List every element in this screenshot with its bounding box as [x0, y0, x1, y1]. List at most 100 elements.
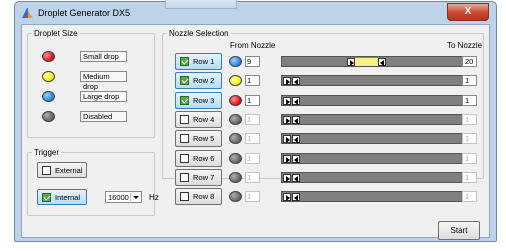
- internal-label: Internal: [55, 193, 81, 202]
- row-8-from-field[interactable]: 1: [245, 191, 260, 202]
- row-5-range-slider[interactable]: [281, 133, 474, 144]
- frequency-value: 16000: [108, 193, 129, 202]
- row-4-from-field[interactable]: 1: [245, 114, 260, 125]
- range-end-handle[interactable]: [292, 77, 300, 85]
- background-tab: [165, 0, 237, 9]
- medium-drop-indicator: [42, 71, 55, 82]
- row-3-range-slider[interactable]: [281, 95, 474, 106]
- range-start-handle[interactable]: [283, 77, 291, 85]
- range-start-handle[interactable]: [347, 58, 355, 66]
- row-1-range-slider[interactable]: [281, 56, 474, 67]
- row-8-to-field[interactable]: 1: [462, 191, 477, 202]
- row-5-to-field[interactable]: 1: [462, 133, 477, 144]
- row-label: Row 3: [193, 96, 215, 105]
- start-button[interactable]: Start: [438, 221, 480, 240]
- row-7-status-indicator: [229, 172, 242, 183]
- row-2-status-indicator: [229, 75, 242, 86]
- range-start-handle[interactable]: [283, 193, 291, 201]
- range-end-handle[interactable]: [292, 116, 300, 124]
- row-1-from-field[interactable]: 9: [245, 56, 260, 67]
- row-7-toggle[interactable]: Row 7: [175, 169, 222, 186]
- frequency-select[interactable]: 16000: [105, 191, 142, 203]
- row-1-toggle[interactable]: Row 1: [175, 53, 222, 70]
- row-6-status-indicator: [229, 153, 242, 164]
- row-8-status-indicator: [229, 191, 242, 202]
- row-label: Row 5: [193, 134, 215, 143]
- large-drop-label: Large drop: [80, 91, 127, 102]
- range-end-handle[interactable]: [292, 193, 300, 201]
- range-start-handle[interactable]: [283, 155, 291, 163]
- row-4-to-field[interactable]: 1: [462, 114, 477, 125]
- external-label: External: [55, 166, 83, 175]
- external-trigger-button[interactable]: External: [37, 162, 87, 178]
- row-4-range-slider[interactable]: [281, 114, 474, 125]
- trigger-group: Trigger: [27, 148, 155, 216]
- row-label: Row 6: [193, 154, 215, 163]
- row-5-toggle[interactable]: Row 5: [175, 130, 222, 147]
- row-7-from-field[interactable]: 1: [245, 172, 260, 183]
- to-nozzle-header: To Nozzle: [447, 41, 483, 50]
- row-check-icon: [180, 57, 189, 66]
- row-1-to-field[interactable]: 20: [462, 56, 477, 67]
- app-icon: [22, 8, 33, 18]
- row-check-icon: [180, 192, 189, 201]
- small-drop-label: Small drop: [80, 51, 127, 62]
- row-7-range-slider[interactable]: [281, 172, 474, 183]
- row-3-status-indicator: [229, 95, 242, 106]
- range-start-handle[interactable]: [283, 116, 291, 124]
- start-label: Start: [450, 226, 468, 235]
- close-button[interactable]: X: [447, 3, 489, 21]
- row-2-toggle[interactable]: Row 2: [175, 72, 222, 89]
- title-bar: Droplet Generator DX5 X: [15, 0, 496, 24]
- range-start-handle[interactable]: [283, 135, 291, 143]
- range-start-handle[interactable]: [283, 97, 291, 105]
- range-end-handle[interactable]: [292, 174, 300, 182]
- large-drop-indicator: [42, 91, 55, 102]
- row-check-icon: [180, 173, 189, 182]
- row-label: Row 2: [193, 76, 215, 85]
- row-8-toggle[interactable]: Row 8: [175, 188, 222, 205]
- trigger-legend: Trigger: [34, 148, 60, 157]
- row-label: Row 8: [193, 192, 215, 201]
- row-8-range-slider[interactable]: [281, 191, 474, 202]
- row-3-from-field[interactable]: 1: [245, 95, 260, 106]
- disabled-label: Disabled: [80, 111, 127, 122]
- range-end-handle[interactable]: [292, 135, 300, 143]
- row-2-range-slider[interactable]: [281, 75, 474, 86]
- row-6-range-slider[interactable]: [281, 153, 474, 164]
- range-fill: [355, 58, 378, 66]
- range-end-handle[interactable]: [292, 155, 300, 163]
- disabled-indicator: [42, 111, 55, 122]
- row-2-from-field[interactable]: 1: [245, 75, 260, 86]
- row-5-status-indicator: [229, 133, 242, 144]
- external-check-icon: [42, 166, 51, 175]
- row-6-toggle[interactable]: Row 6: [175, 150, 222, 167]
- internal-check-icon: [42, 193, 51, 202]
- row-2-to-field[interactable]: 1: [462, 75, 477, 86]
- row-3-to-field[interactable]: 1: [462, 95, 477, 106]
- row-6-to-field[interactable]: 1: [462, 153, 477, 164]
- row-6-from-field[interactable]: 1: [245, 153, 260, 164]
- row-label: Row 1: [193, 57, 215, 66]
- range-end-handle[interactable]: [378, 58, 386, 66]
- from-nozzle-header: From Nozzle: [230, 41, 276, 50]
- nozzle-selection-legend: Nozzle Selection: [169, 29, 229, 38]
- range-start-handle[interactable]: [283, 174, 291, 182]
- client-area: Droplet Size Small drop Medium drop Larg…: [21, 24, 490, 240]
- range-end-handle[interactable]: [292, 97, 300, 105]
- row-1-status-indicator: [229, 56, 242, 67]
- row-label: Row 7: [193, 173, 215, 182]
- row-4-toggle[interactable]: Row 4: [175, 111, 222, 128]
- row-label: Row 4: [193, 115, 215, 124]
- row-3-toggle[interactable]: Row 3: [175, 92, 222, 109]
- frequency-unit: Hz: [149, 193, 159, 202]
- row-check-icon: [180, 154, 189, 163]
- chevron-down-icon: [130, 193, 140, 201]
- droplet-size-legend: Droplet Size: [34, 29, 78, 38]
- row-check-icon: [180, 115, 189, 124]
- row-7-to-field[interactable]: 1: [462, 172, 477, 183]
- main-window: Droplet Generator DX5 X Droplet Size Sma…: [14, 0, 497, 242]
- row-5-from-field[interactable]: 1: [245, 133, 260, 144]
- small-drop-indicator: [42, 51, 55, 62]
- internal-trigger-button[interactable]: Internal: [37, 189, 87, 205]
